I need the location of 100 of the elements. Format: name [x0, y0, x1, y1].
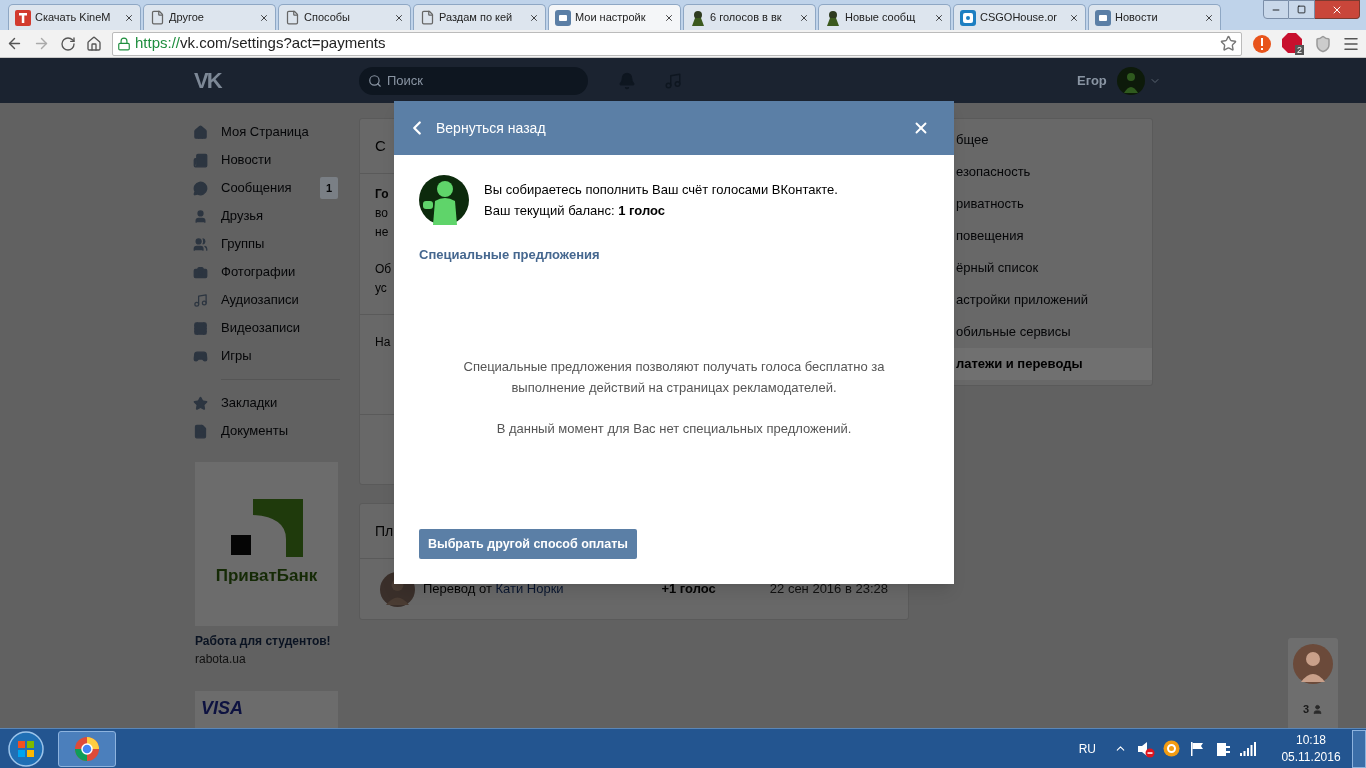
- search-icon: [368, 73, 382, 88]
- text-line: во: [375, 205, 388, 222]
- payment-method-button[interactable]: Выбрать другой способ оплаты: [419, 529, 637, 559]
- payment-amount: +1 голос: [661, 580, 716, 599]
- menu-item-icon: [193, 124, 208, 140]
- vk-logo[interactable]: VK: [194, 64, 234, 97]
- page-icon: [285, 10, 300, 25]
- sidebar-link[interactable]: Игры: [221, 346, 252, 366]
- sidebar-link[interactable]: Фотографии: [221, 262, 296, 282]
- user-avatar: [419, 175, 469, 225]
- reload-icon[interactable]: [60, 35, 76, 52]
- bookmark-star-icon[interactable]: [1220, 35, 1237, 52]
- close-tab-icon[interactable]: [1069, 12, 1079, 23]
- browser-tab[interactable]: Раздам по кей: [413, 4, 546, 30]
- ad-site[interactable]: rabota.ua: [195, 650, 340, 668]
- close-tab-icon[interactable]: [394, 12, 404, 23]
- ad-card[interactable]: ПриватБанк: [195, 462, 338, 626]
- back-button[interactable]: Вернуться назад: [406, 117, 546, 139]
- browser-tab[interactable]: Новости: [1088, 4, 1221, 30]
- url-text: https://vk.com/settings?act=payments: [135, 33, 386, 54]
- speaker-muted-icon[interactable]: [1137, 739, 1155, 758]
- menu-item-icon: [193, 236, 208, 252]
- card-title: С: [375, 135, 386, 156]
- page-icon: [150, 10, 165, 25]
- count-badge: 1: [319, 176, 338, 200]
- menu-item-icon: [193, 264, 208, 280]
- shield-icon[interactable]: [1314, 34, 1332, 53]
- sidebar-link[interactable]: Закладки: [221, 393, 278, 413]
- browser-tab[interactable]: CSGOHouse.or: [953, 4, 1086, 30]
- empty-note: В данный момент для Вас нет специальных предложений.: [495, 419, 853, 438]
- taskbar-app-button[interactable]: [58, 730, 116, 767]
- row-text: На: [375, 335, 391, 349]
- app-tray-icon[interactable]: [1163, 740, 1180, 757]
- close-tab-icon[interactable]: [934, 12, 944, 23]
- maximize-icon: [1297, 5, 1306, 14]
- avatar-icon[interactable]: [1293, 644, 1333, 684]
- online-count: 3: [1302, 702, 1310, 717]
- menu-item-icon: [193, 348, 208, 364]
- card-brand: VISA: [201, 697, 243, 720]
- bank-logo-icon: [230, 499, 303, 558]
- clock[interactable]: 10:18 05.11.2016: [1276, 731, 1346, 766]
- sidebar-link[interactable]: Группы: [221, 234, 265, 254]
- menu-item-icon: [193, 320, 208, 336]
- text-line: ус: [375, 280, 387, 297]
- browser-tab[interactable]: Скачать KineM: [8, 4, 141, 30]
- sidebar-link[interactable]: Моя Страница: [221, 122, 309, 142]
- ad-title[interactable]: Работа для студентов!: [195, 632, 340, 650]
- language-indicator[interactable]: RU: [1078, 739, 1096, 758]
- user-name[interactable]: Егор: [1077, 70, 1107, 91]
- back-icon[interactable]: [6, 35, 23, 52]
- sidebar-link[interactable]: Новости: [221, 150, 272, 170]
- menu-item-icon: [193, 292, 208, 308]
- close-tab-icon[interactable]: [799, 12, 809, 23]
- minimize-button[interactable]: [1263, 0, 1289, 19]
- maximize-button[interactable]: [1289, 0, 1315, 19]
- intro-text: Вы собираетесь пополнить Ваш счёт голосами ВКонтакте.: [484, 181, 838, 199]
- home-icon[interactable]: [86, 35, 102, 52]
- show-desktop-button[interactable]: [1352, 729, 1366, 768]
- ad-card[interactable]: VISA: [195, 691, 338, 728]
- payment-date: 22 сен 2016 в 23:28: [769, 580, 888, 599]
- adblock-icon[interactable]: [1282, 32, 1302, 53]
- browser-icon: [74, 735, 100, 762]
- start-button[interactable]: [6, 729, 46, 768]
- favicon-icon: [555, 9, 571, 26]
- alert-icon[interactable]: [1252, 33, 1272, 54]
- close-tab-icon[interactable]: [529, 12, 539, 23]
- browser-tab[interactable]: Мои настройк: [548, 4, 681, 30]
- browser-tab[interactable]: Новые сообщ: [818, 4, 951, 30]
- balance-text: Ваш текущий баланс: 1 голос: [484, 202, 667, 220]
- sidebar-link[interactable]: Аудиозаписи: [221, 290, 299, 310]
- sender-link[interactable]: Кати Норки: [495, 581, 564, 597]
- flag-icon[interactable]: [1190, 740, 1206, 757]
- description-text: Специальные предложения позволяют получать голоса бесплатно за выполнение действий на страницах рекламодателей.: [462, 357, 886, 397]
- sidebar-link[interactable]: Видеозаписи: [221, 318, 301, 338]
- close-tab-icon[interactable]: [124, 12, 134, 23]
- signal-icon[interactable]: [1240, 741, 1256, 756]
- text-line: не: [375, 224, 389, 241]
- browser-tab[interactable]: Способы: [278, 4, 411, 30]
- search-field[interactable]: Поиск: [359, 66, 588, 95]
- close-tab-icon[interactable]: [664, 12, 674, 23]
- close-tab-icon[interactable]: [1204, 12, 1214, 23]
- text-line: Об: [375, 261, 392, 278]
- bank-name: ПриватБанк: [215, 565, 318, 588]
- menu-item-icon: [193, 395, 208, 411]
- sidebar-link[interactable]: Документы: [221, 421, 288, 441]
- browser-tab[interactable]: 6 голосов в вк: [683, 4, 816, 30]
- menu-item-icon: [193, 423, 208, 439]
- card-title: Пл: [375, 521, 394, 541]
- figure-icon: [825, 9, 841, 26]
- menu-item-icon: [193, 208, 208, 224]
- close-window-button[interactable]: [1315, 0, 1360, 19]
- address-field[interactable]: https://vk.com/settings?act=payments: [112, 31, 1242, 56]
- favicon-icon: [15, 9, 31, 26]
- sidebar-link[interactable]: Сообщения: [221, 178, 292, 198]
- close-tab-icon[interactable]: [259, 12, 269, 23]
- favicon-icon: [960, 9, 976, 26]
- lock-icon: [117, 36, 131, 51]
- sidebar-link[interactable]: Друзья: [221, 206, 264, 226]
- browser-tab[interactable]: Другое: [143, 4, 276, 30]
- section-title: Специальные предложения: [419, 246, 601, 264]
